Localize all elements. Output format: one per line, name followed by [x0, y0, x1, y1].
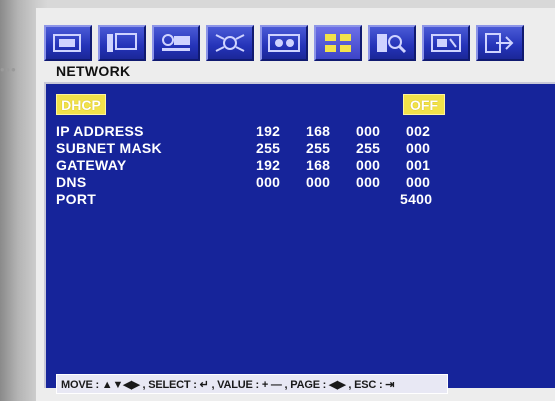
octet-field[interactable]: 000 — [356, 157, 390, 174]
field-label: GATEWAY — [56, 157, 127, 173]
octet-field[interactable]: 002 — [406, 123, 440, 140]
display-icon[interactable] — [44, 25, 92, 61]
octet-field[interactable]: 255 — [356, 140, 390, 157]
motion-icon[interactable] — [206, 25, 254, 61]
octet-field[interactable]: 168 — [306, 123, 340, 140]
exit-icon[interactable] — [476, 25, 524, 61]
octet-field[interactable]: 255 — [256, 140, 290, 157]
octet-field[interactable]: 000 — [256, 174, 290, 191]
menu-toolbar — [44, 25, 555, 61]
settings-icon[interactable] — [260, 25, 308, 61]
page-title: NETWORK — [56, 63, 131, 79]
network-icon[interactable] — [314, 25, 362, 61]
port-row: PORT 5400 — [56, 191, 546, 208]
dns-row: DNS 000 000 000 000 — [56, 174, 546, 191]
search-icon[interactable] — [368, 25, 416, 61]
octet-field[interactable]: 000 — [406, 174, 440, 191]
field-label: SUBNET MASK — [56, 140, 162, 156]
octet-field[interactable]: 192 — [256, 123, 290, 140]
octet-field[interactable]: 000 — [406, 140, 440, 157]
octet-field[interactable]: 000 — [356, 123, 390, 140]
field-list: IP ADDRESS 192 168 000 002 SUBNET MASK 2… — [56, 123, 546, 208]
system-icon[interactable] — [422, 25, 470, 61]
gateway-row: GATEWAY 192 168 000 001 — [56, 157, 546, 174]
octet-field[interactable]: 000 — [306, 174, 340, 191]
monitor-icon[interactable] — [98, 25, 146, 61]
octet-field[interactable]: 000 — [356, 174, 390, 191]
dhcp-toggle[interactable]: OFF — [403, 94, 445, 115]
field-label: DNS — [56, 174, 87, 190]
ellipsis-decoration: ••• — [0, 62, 17, 77]
octet-field[interactable]: 168 — [306, 157, 340, 174]
subnet-mask-row: SUBNET MASK 255 255 255 000 — [56, 140, 546, 157]
field-label: PORT — [56, 191, 97, 207]
port-field[interactable]: 5400 — [400, 191, 432, 208]
octet-field[interactable]: 001 — [406, 157, 440, 174]
camera-icon[interactable] — [152, 25, 200, 61]
dhcp-label[interactable]: DHCP — [56, 94, 106, 115]
network-settings-panel: DHCP OFF IP ADDRESS 192 168 000 002 SUBN… — [44, 82, 555, 394]
octet-field[interactable]: 255 — [306, 140, 340, 157]
octet-field[interactable]: 192 — [256, 157, 290, 174]
ip-address-row: IP ADDRESS 192 168 000 002 — [56, 123, 546, 140]
key-hint-bar: MOVE : ▲▼◀▶ , SELECT : ↵ , VALUE : + — ,… — [56, 374, 448, 394]
field-label: IP ADDRESS — [56, 123, 144, 139]
